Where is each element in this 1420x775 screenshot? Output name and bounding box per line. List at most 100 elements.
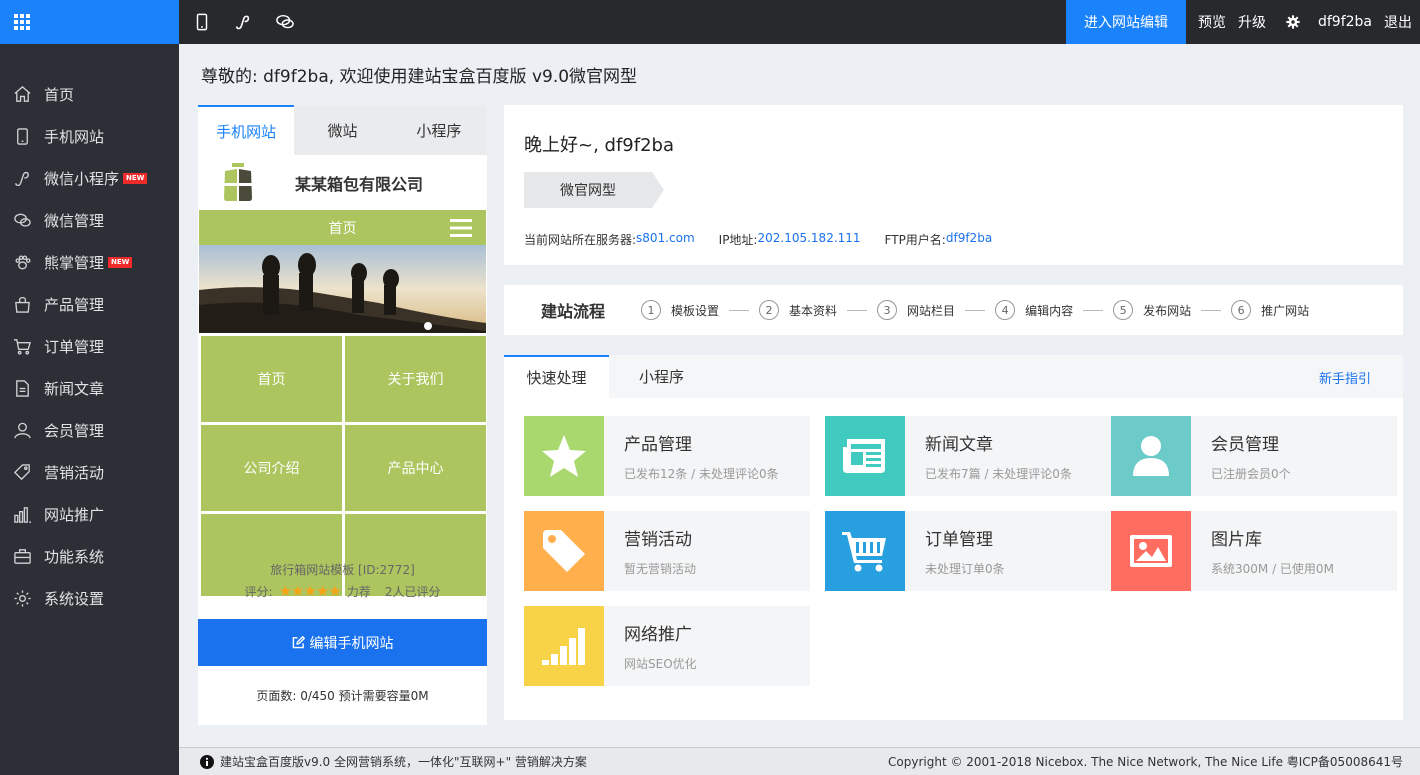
mobile-preview-button[interactable] xyxy=(193,13,211,31)
sidebar-item-marketing[interactable]: 营销活动 xyxy=(0,451,179,493)
quick-actions-panel: 快速处理 小程序 新手指引 产品管理 已发布12条 / 未处理评论0条 新闻文章已… xyxy=(504,355,1403,720)
sidebar-item-home[interactable]: 首页 xyxy=(0,73,179,115)
sidebar-item-members[interactable]: 会员管理 xyxy=(0,409,179,451)
step-divider xyxy=(1083,309,1104,311)
tile-title: 会员管理 xyxy=(1211,435,1279,455)
sidebar-item-bear-paw[interactable]: 熊掌管理 NEW xyxy=(0,241,179,283)
step-label: 网站栏目 xyxy=(907,303,956,318)
document-icon xyxy=(16,379,29,397)
step-columns[interactable]: 3 网站栏目 xyxy=(877,300,955,320)
site-type-label: 微官网型 xyxy=(560,183,616,199)
paw-icon xyxy=(15,254,31,269)
upgrade-link[interactable]: 升级 xyxy=(1238,12,1266,32)
sidebar-item-news[interactable]: 新闻文章 xyxy=(0,367,179,409)
carousel-dot[interactable] xyxy=(424,322,432,330)
tile-products[interactable]: 产品管理 已发布12条 / 未处理评论0条 xyxy=(524,416,810,496)
server-value[interactable]: s801.com xyxy=(636,231,695,248)
sidebar-item-label: 功能系统 xyxy=(44,547,105,566)
username-label[interactable]: df9f2ba xyxy=(1318,14,1372,30)
rating-word: 力荐 xyxy=(346,584,371,599)
ftp-label: FTP用户名: xyxy=(884,233,946,247)
site-type-badge: 微官网型 xyxy=(524,172,664,212)
site-preview-panel: 手机网站 微站 小程序 某某箱包有限公司 首页 首页 关于我们 公司介绍 产品中… xyxy=(198,105,487,725)
sidebar-item-functions[interactable]: 功能系统 xyxy=(0,535,179,577)
ip-label: IP地址: xyxy=(718,233,758,247)
rating: 评分: ★★★★★ 力荐 2人已评分 xyxy=(198,582,487,600)
sidebar-item-mobile-site[interactable]: 手机网站 xyxy=(0,115,179,157)
tile-members[interactable]: 会员管理 已注册会员0个 xyxy=(1111,416,1397,496)
sidebar-item-orders[interactable]: 订单管理 xyxy=(0,325,179,367)
sidebar-item-label: 系统设置 xyxy=(44,589,105,608)
wechat-button[interactable] xyxy=(275,13,295,31)
apps-menu-button[interactable] xyxy=(0,0,179,44)
ftp-value[interactable]: df9f2ba xyxy=(946,231,992,248)
company-name: 某某箱包有限公司 xyxy=(295,174,424,194)
sidebar-item-wechat[interactable]: 微信管理 xyxy=(0,199,179,241)
hiking-banner-image xyxy=(199,245,486,333)
grid-cell: 关于我们 xyxy=(345,336,486,422)
tile-image-library[interactable]: 图片库系统300M / 已使用0M xyxy=(1111,511,1397,591)
beginner-guide-link[interactable]: 新手指引 xyxy=(1319,368,1371,387)
tag-icon xyxy=(13,463,30,480)
logout-link[interactable]: 退出 xyxy=(1384,12,1412,32)
sidebar-item-settings[interactable]: 系统设置 xyxy=(0,577,179,619)
sidebar-item-miniprogram[interactable]: 微信小程序 NEW xyxy=(0,157,179,199)
step-template[interactable]: 1 模板设置 xyxy=(641,300,719,320)
newspaper-icon xyxy=(843,439,885,473)
ip-value[interactable]: 202.105.182.111 xyxy=(757,231,860,248)
mobile-nav-bar: 首页 xyxy=(199,210,486,245)
sidebar-item-label: 首页 xyxy=(44,85,75,104)
enter-site-editor-button[interactable]: 进入网站编辑 xyxy=(1065,0,1186,44)
tile-news[interactable]: 新闻文章 已发布7篇 / 未处理评论0条 xyxy=(825,416,1111,496)
step-label: 编辑内容 xyxy=(1025,303,1074,318)
edit-mobile-site-button[interactable]: 编辑手机网站 xyxy=(198,619,487,666)
tile-seo-promotion[interactable]: 网络推广 网站SEO优化 xyxy=(524,606,810,686)
page-count: 页面数: 0/450 预计需要容量0M xyxy=(256,689,429,703)
step-label: 推广网站 xyxy=(1261,303,1310,318)
home-icon xyxy=(14,85,31,102)
step-publish[interactable]: 5 发布网站 xyxy=(1113,300,1191,320)
step-divider xyxy=(965,309,986,311)
user-icon xyxy=(14,422,31,438)
step-label: 发布网站 xyxy=(1143,303,1192,318)
mobile-site-preview[interactable]: 某某箱包有限公司 首页 首页 关于我们 公司介绍 产品中心 xyxy=(199,155,486,596)
preview-link[interactable]: 预览 xyxy=(1198,12,1226,32)
miniprogram-button[interactable] xyxy=(234,13,252,31)
tile-orders[interactable]: 订单管理 未处理订单0条 xyxy=(825,511,1111,591)
tab-quick-actions[interactable]: 快速处理 xyxy=(504,355,609,398)
settings-button[interactable] xyxy=(1286,15,1300,29)
tab-mobile-site[interactable]: 手机网站 xyxy=(198,105,295,155)
template-id: 旅行箱网站模板 [ID:2772] xyxy=(270,563,415,577)
sidebar-item-label: 营销活动 xyxy=(44,463,105,482)
miniprogram-icon xyxy=(235,15,250,30)
sidebar-item-products[interactable]: 产品管理 xyxy=(0,283,179,325)
tile-subtitle: 系统300M / 已使用0M xyxy=(1211,562,1334,576)
step-edit-content[interactable]: 4 编辑内容 xyxy=(995,300,1073,320)
step-number: 2 xyxy=(759,300,780,320)
sidebar-item-promotion[interactable]: 网站推广 xyxy=(0,493,179,535)
new-badge: NEW xyxy=(123,172,148,184)
tab-micro-site[interactable]: 微站 xyxy=(294,105,390,155)
new-badge: NEW xyxy=(108,256,133,268)
step-promote[interactable]: 6 推广网站 xyxy=(1231,300,1309,320)
gear-icon xyxy=(1286,15,1300,29)
step-basic-info[interactable]: 2 基本资料 xyxy=(759,300,837,320)
hamburger-menu-icon xyxy=(450,219,472,237)
tile-marketing[interactable]: 营销活动 暂无营销活动 xyxy=(524,511,810,591)
sidebar-item-label: 订单管理 xyxy=(44,337,105,356)
tile-subtitle: 未处理订单0条 xyxy=(925,562,1005,576)
sidebar-item-label: 微信小程序 xyxy=(44,169,120,188)
tag-icon xyxy=(543,530,585,572)
company-logo xyxy=(224,162,252,201)
step-number: 4 xyxy=(995,300,1016,320)
miniprogram-icon xyxy=(15,171,29,186)
edit-mobile-site-label: 编辑手机网站 xyxy=(309,635,394,652)
tab-miniprogram[interactable]: 小程序 xyxy=(609,355,714,398)
tile-title: 图片库 xyxy=(1211,530,1262,550)
step-number: 6 xyxy=(1231,300,1252,320)
tile-title: 产品管理 xyxy=(624,435,692,455)
step-divider xyxy=(1201,309,1222,311)
footer-slogan: 建站宝盒百度版v9.0 全网营销系统，一体化"互联网+" 营销解决方案 xyxy=(220,755,587,769)
rating-stars: ★★★★★ xyxy=(278,582,342,600)
tab-miniprogram[interactable]: 小程序 xyxy=(391,105,487,155)
